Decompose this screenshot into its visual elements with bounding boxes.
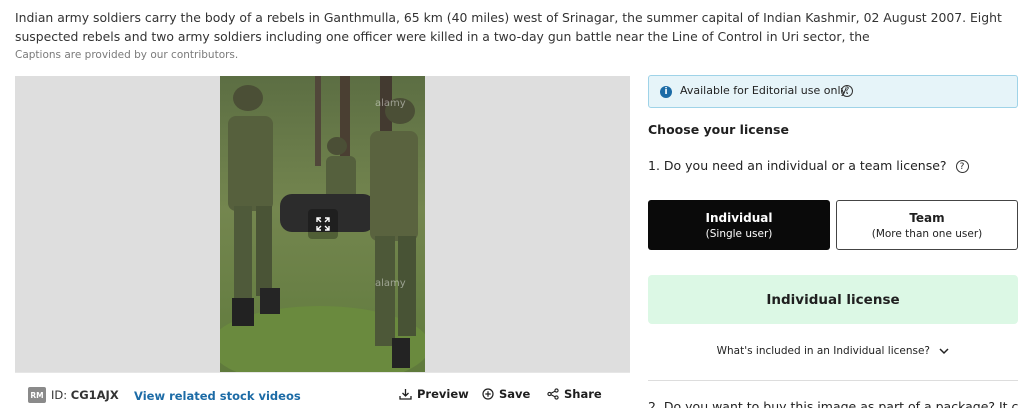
help-icon[interactable]: ? — [955, 160, 969, 173]
watermark-2: alamy — [375, 278, 406, 289]
image-id: ID: CG1AJX — [51, 388, 119, 402]
expand-arrows-icon — [316, 217, 330, 231]
license-question-2: 2. Do you want to buy this image as part… — [648, 399, 1018, 408]
preview-button[interactable]: Preview — [399, 387, 469, 401]
option-subtitle: (Single user) — [705, 227, 773, 240]
stock-photo[interactable]: alamy alamy — [220, 76, 425, 372]
license-details-label: What's included in an Individual license… — [716, 345, 931, 357]
rights-managed-badge: RM — [28, 387, 46, 403]
image-action-bar: RM ID: CG1AJX View related stock videos … — [15, 372, 630, 408]
chevron-down-icon — [939, 347, 949, 354]
caption-note: Captions are provided by our contributor… — [15, 49, 239, 61]
license-question-1-text: 1. Do you need an individual or a team l… — [648, 158, 947, 173]
team-license-option[interactable]: Team (More than one user) — [836, 200, 1018, 250]
license-details-toggle[interactable]: What's included in an Individual license… — [648, 345, 1018, 357]
selected-license-panel: Individual license — [648, 275, 1018, 324]
info-icon: i — [660, 86, 672, 98]
download-icon — [399, 389, 412, 400]
option-title: Individual — [705, 210, 773, 225]
choose-license-heading: Choose your license — [648, 122, 789, 137]
watermark-1: alamy — [375, 98, 406, 109]
help-icon[interactable]: ? — [841, 85, 853, 97]
image-panel: alamy alamy — [15, 76, 630, 372]
share-icon — [547, 388, 559, 400]
plus-circle-icon — [482, 388, 494, 400]
option-title: Team — [909, 210, 945, 225]
save-label: Save — [499, 387, 531, 401]
share-label: Share — [564, 387, 602, 401]
image-caption: Indian army soldiers carry the body of a… — [15, 10, 1002, 44]
expand-image-button[interactable] — [308, 209, 338, 239]
image-id-value: CG1AJX — [70, 388, 119, 402]
license-question-1: 1. Do you need an individual or a team l… — [648, 158, 969, 173]
share-button[interactable]: Share — [547, 387, 602, 401]
editorial-notice: i Available for Editorial use only. ? — [648, 75, 1018, 108]
related-videos-link[interactable]: View related stock videos — [134, 389, 301, 403]
option-subtitle: (More than one user) — [871, 227, 983, 240]
divider — [648, 380, 1018, 381]
save-button[interactable]: Save — [482, 387, 530, 401]
image-id-label: ID: — [51, 388, 68, 402]
editorial-notice-text: Available for Editorial use only. — [680, 84, 849, 97]
preview-label: Preview — [417, 387, 469, 401]
individual-license-option[interactable]: Individual (Single user) — [648, 200, 830, 250]
